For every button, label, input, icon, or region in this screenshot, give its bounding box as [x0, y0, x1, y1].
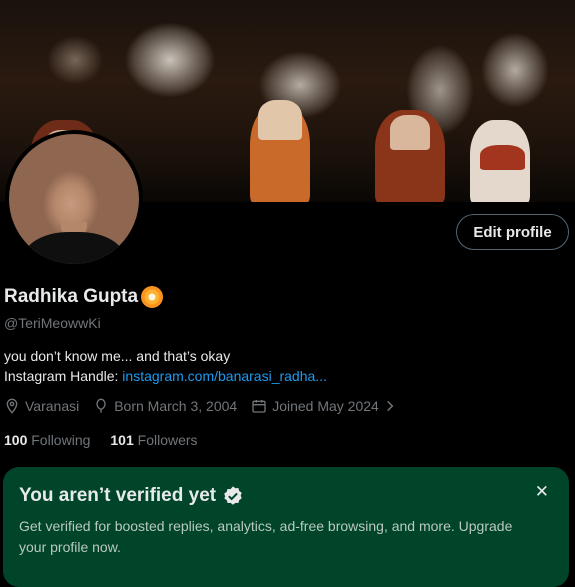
verification-card[interactable]: You aren’t verified yet Get verified for…	[3, 467, 569, 587]
verification-title-row: You aren’t verified yet	[19, 485, 244, 507]
verification-title: You aren’t verified yet	[19, 485, 217, 506]
bio-line-1: you don’t know me... and that’s okay	[4, 348, 231, 364]
following-link[interactable]: 100 Following	[4, 432, 90, 448]
following-count: 100	[4, 432, 28, 448]
profile-avatar[interactable]	[5, 130, 143, 268]
calendar-icon	[252, 400, 266, 413]
location-text: Varanasi	[25, 398, 80, 414]
profile-meta: Varanasi Born March 3, 2004 Joined May 2…	[4, 398, 416, 414]
bio-line-2: Instagram Handle: instagram.com/banarasi…	[4, 366, 327, 386]
joined-text: Joined May 2024	[272, 398, 379, 414]
profile-handle: @TeriMeowwKi	[4, 315, 101, 331]
followers-count: 101	[110, 432, 134, 448]
instagram-link[interactable]: instagram.com/banarasi_radha...	[122, 368, 327, 384]
meta-joined: Joined May 2024	[251, 398, 402, 414]
balloon-icon	[96, 398, 106, 413]
followers-label: Followers	[137, 432, 198, 448]
following-label: Following	[31, 432, 91, 448]
followers-link[interactable]: 101 Followers	[110, 432, 197, 448]
chevron-right-icon[interactable]	[383, 399, 397, 413]
profile-name-row: Radhika Gupta	[4, 286, 164, 308]
profile-name: Radhika Gupta	[4, 286, 139, 307]
born-text: Born March 3, 2004	[114, 398, 238, 414]
bio-instagram-label: Instagram Handle:	[4, 368, 123, 384]
avatar-shirt	[23, 232, 125, 264]
meta-born: Born March 3, 2004	[93, 398, 237, 414]
meta-location: Varanasi	[4, 398, 79, 414]
profile-bio: you don’t know me... and that’s okay Ins…	[4, 346, 327, 386]
close-icon[interactable]: ✕	[535, 482, 549, 502]
edit-profile-button[interactable]: Edit profile	[456, 214, 569, 250]
verified-check-icon	[224, 486, 242, 505]
verification-body: Get verified for boosted replies, analyt…	[19, 518, 513, 555]
flower-badge-icon[interactable]	[141, 286, 164, 308]
follow-stats: 100 Following 101 Followers	[4, 432, 198, 448]
location-pin-icon	[6, 398, 18, 414]
